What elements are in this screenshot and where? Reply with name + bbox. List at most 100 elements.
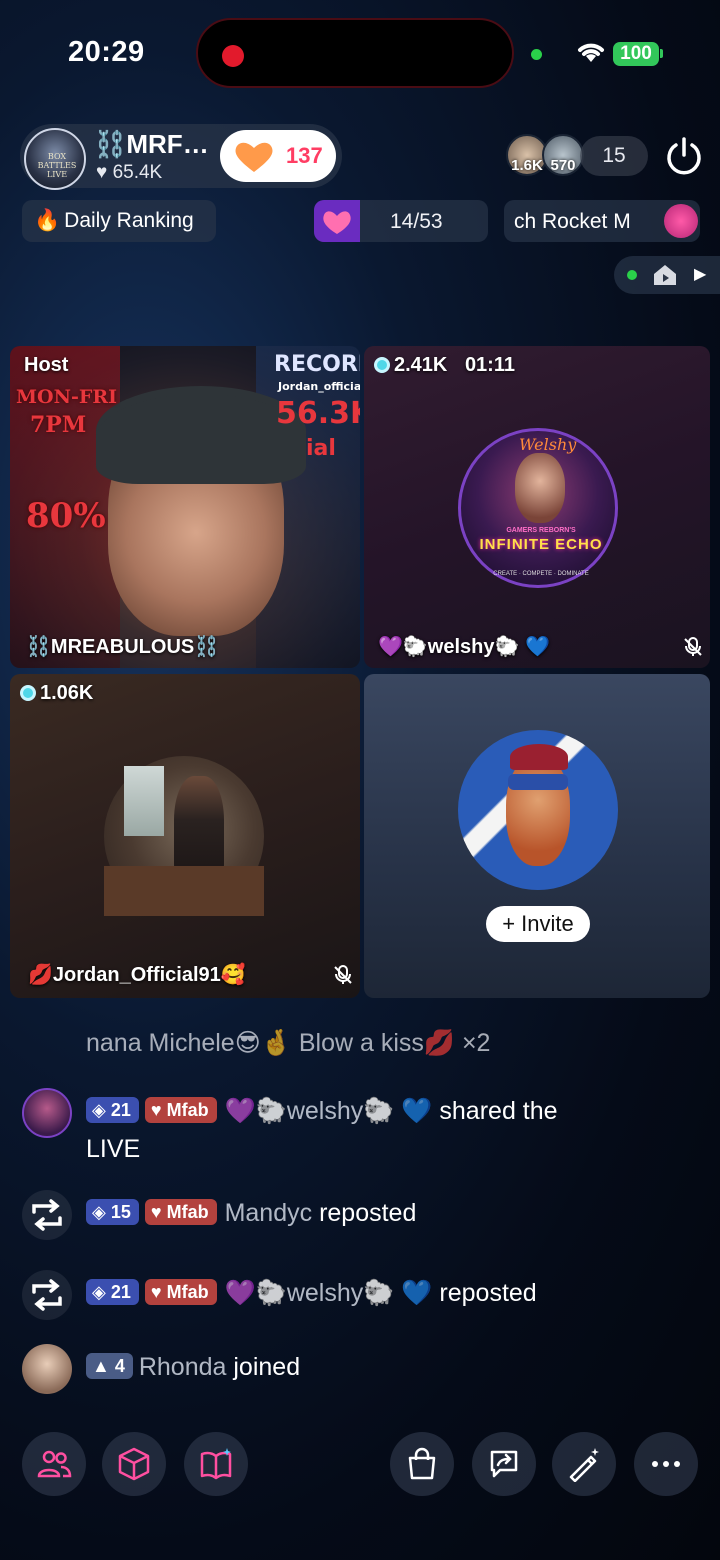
host-cap-brim (96, 394, 306, 484)
comment-username[interactable]: Mandyc (225, 1199, 313, 1227)
avatar-sunglasses (508, 774, 568, 790)
status-time: 20:29 (68, 36, 145, 68)
host-profile-pill[interactable]: BOX BATTLES LIVE ⛓️MRF… ♥ 65.4K 137 (20, 124, 342, 190)
recording-dot-icon (222, 45, 244, 67)
level-badge: ◈ 21 (86, 1097, 139, 1123)
banner-record: RECORD (274, 352, 360, 377)
fan-club-badge: ♥ Mfab (144, 1279, 217, 1305)
magic-wand-icon (569, 1448, 599, 1482)
repost-icon (22, 1270, 72, 1320)
stories-button[interactable] (184, 1432, 248, 1496)
shop-button[interactable] (390, 1432, 454, 1496)
level-badge: ◈ 15 (86, 1199, 139, 1225)
logo-sub: GAMERS REBORN'S (506, 527, 576, 534)
cube-icon (118, 1447, 150, 1481)
expand-arrow-icon[interactable]: ▶ (694, 264, 706, 284)
shopping-bag-icon (408, 1447, 436, 1480)
counter-surface (104, 866, 264, 916)
top-viewer-count: 570 (550, 157, 576, 174)
guest-score: 1.06K (20, 682, 93, 705)
guest-timer: 01:11 (464, 354, 515, 376)
banner-record-value: 56.3K (276, 396, 360, 431)
goal-progress-pill[interactable]: 14/53 (314, 200, 488, 242)
level-value: 4 (114, 1356, 125, 1376)
diamond-icon (374, 357, 390, 373)
fan-club-name: Mfab (166, 1100, 209, 1120)
repost-icon (22, 1190, 72, 1240)
wifi-icon (578, 43, 604, 62)
live-status-dot (627, 270, 637, 280)
heart-button[interactable]: 137 (220, 130, 336, 182)
guests-button[interactable] (22, 1432, 86, 1496)
comment-username[interactable]: 💜🐑welshy🐑 💙 (225, 1097, 433, 1125)
viewer-count-button[interactable]: 15 (580, 136, 648, 176)
mic-off-icon (332, 964, 354, 991)
share-icon (490, 1450, 518, 1478)
comment-username[interactable]: 💜🐑welshy🐑 💙 (225, 1279, 433, 1307)
comment-username[interactable]: Rhonda (139, 1353, 227, 1381)
logo-welshy: Welshy (519, 435, 577, 454)
host-likes-count: 65.4K (112, 162, 163, 183)
top-viewer-count: 1.6K (511, 157, 543, 174)
guest-tile-welshy[interactable]: 2.41K 01:11 Welshy GAMERS REBORN'S INFIN… (364, 346, 710, 668)
logo-main: INFINITE ECHO (479, 536, 603, 553)
level-value: 15 (110, 1202, 131, 1222)
fan-club-badge: ♥ Mfab (144, 1199, 217, 1225)
level-value: 21 (110, 1282, 131, 1302)
fan-club-badge: ♥ Mfab (144, 1097, 217, 1123)
host-tag: Host (24, 354, 69, 376)
guest-name-jordan: 💋Jordan_Official91🥰 (28, 964, 246, 986)
more-icon (652, 1461, 680, 1467)
comment-row: ▲ 4 Rhonda joined (86, 1353, 300, 1382)
guest-name-welshy: 💜🐑welshy🐑 💙 (378, 636, 550, 658)
top-viewer-avatar[interactable]: 570 (542, 134, 584, 176)
guest-score: 2.41K 01:11 (374, 354, 515, 377)
enhance-button[interactable] (552, 1432, 616, 1496)
comment-action: reposted (319, 1199, 417, 1227)
share-button[interactable] (472, 1432, 536, 1496)
comment-avatar[interactable] (22, 1344, 72, 1394)
level-badge: ◈ 21 (86, 1279, 139, 1305)
guest-avatar-welshy[interactable]: Welshy GAMERS REBORN'S INFINITE ECHO CRE… (458, 428, 618, 588)
rocket-text: ch Rocket M (514, 210, 631, 233)
flame-icon: 🔥 (34, 209, 61, 232)
heart-small-icon: ♥ (96, 162, 108, 183)
live-mini-controls[interactable]: ▶ (614, 256, 720, 294)
comment-avatar[interactable] (22, 1088, 72, 1138)
comment-row: ◈ 21 ♥ Mfab 💜🐑welshy🐑 💙 reposted (86, 1279, 537, 1308)
window-background (124, 766, 164, 836)
rocket-icon (664, 204, 698, 238)
diamond-icon (20, 685, 36, 701)
invite-slot-tile[interactable]: + Invite (364, 674, 710, 998)
rocket-banner[interactable]: ch Rocket M (504, 200, 700, 242)
power-icon[interactable] (664, 136, 704, 176)
host-avatar-text: BOX BATTLES LIVE (37, 152, 77, 179)
more-button[interactable] (634, 1432, 698, 1496)
avatar-hat (510, 744, 568, 770)
daily-ranking-button[interactable]: 🔥 Daily Ranking (22, 200, 216, 242)
daily-ranking-label: Daily Ranking (64, 209, 194, 232)
invite-button[interactable]: + Invite (486, 906, 590, 942)
host-video-tile[interactable]: MON-FRI 7PM 80% RECORD Jordan_official 5… (10, 346, 360, 668)
avatar-portrait (515, 453, 565, 523)
home-icon[interactable] (652, 263, 678, 287)
effects-button[interactable] (102, 1432, 166, 1496)
privacy-indicator-icon (531, 49, 542, 60)
guest-tile-jordan[interactable]: 1.06K 💋Jordan_Official91🥰 (10, 674, 360, 998)
comment-action: reposted (439, 1279, 537, 1307)
level-badge: ▲ 4 (86, 1353, 133, 1379)
comment-row: ◈ 21 ♥ Mfab 💜🐑welshy🐑 💙 shared the (86, 1097, 558, 1126)
mic-off-icon (682, 636, 704, 663)
fan-club-name: Mfab (166, 1282, 209, 1302)
host-name: ⛓️MRF… (94, 129, 209, 159)
comment-action: joined (233, 1353, 301, 1381)
banner-days: MON-FRI (16, 386, 118, 408)
guest-avatar-jordan[interactable] (104, 756, 264, 916)
guest-score-value: 2.41K (394, 354, 448, 376)
goal-progress-text: 14/53 (390, 210, 443, 233)
host-likes: ♥ 65.4K (96, 162, 162, 184)
book-icon (200, 1448, 232, 1480)
host-avatar[interactable]: BOX BATTLES LIVE (24, 128, 86, 190)
comment-row: ◈ 15 ♥ Mfab Mandyc reposted (86, 1199, 416, 1228)
host-tile-name: ⛓️MREABULOUS⛓️ (26, 636, 220, 658)
